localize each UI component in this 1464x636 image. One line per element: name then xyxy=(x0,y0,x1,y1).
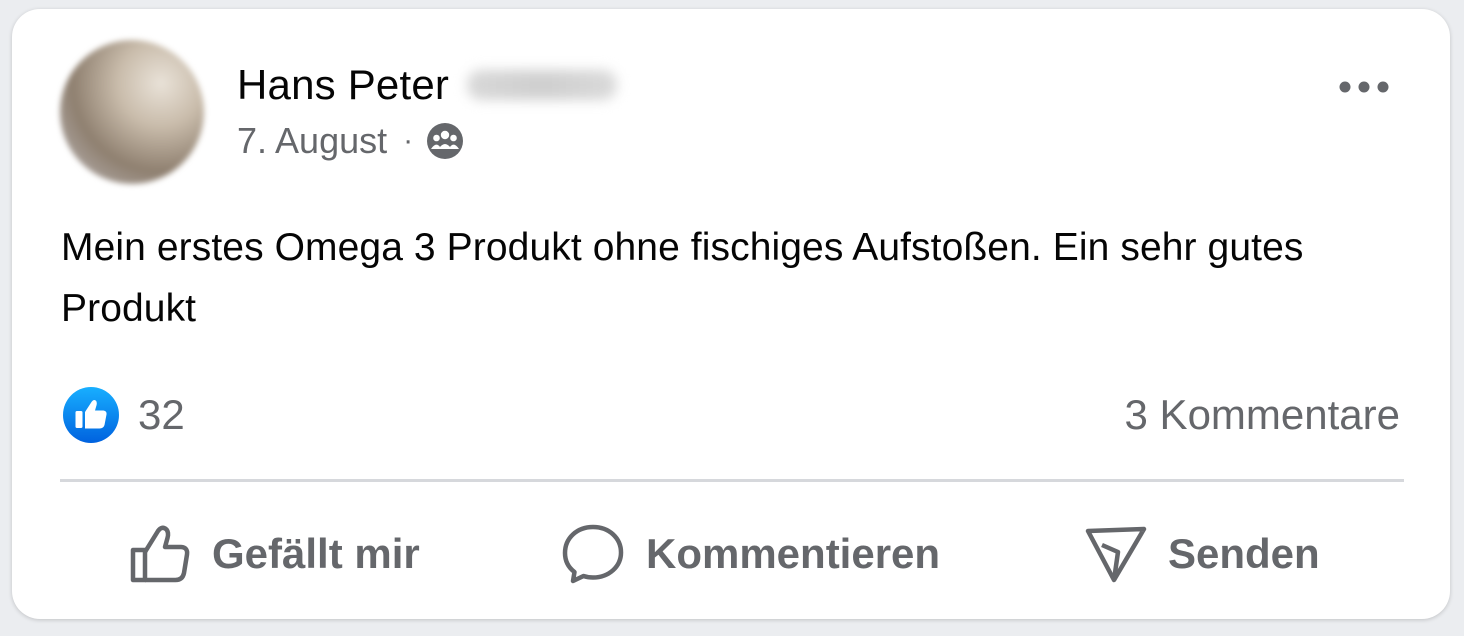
send-button[interactable]: Senden xyxy=(1084,509,1320,599)
comments-count-link[interactable]: 3 Kommentare xyxy=(1125,388,1400,442)
send-button-label: Senden xyxy=(1168,530,1320,577)
comment-icon xyxy=(562,524,624,584)
post-date[interactable]: 7. August xyxy=(237,120,387,162)
post-text: Mein erstes Omega 3 Produkt ohne fischig… xyxy=(61,226,1304,330)
post-action-bar: Gefällt mir Kommentieren Senden xyxy=(60,509,1404,599)
more-icon xyxy=(1339,81,1389,93)
meta-separator: · xyxy=(403,124,414,157)
group-icon[interactable] xyxy=(425,121,465,161)
post-card: Hans Peter 7. August · Mein erstes Omega… xyxy=(12,9,1450,619)
reaction-count: 32 xyxy=(138,391,185,438)
like-button-label: Gefällt mir xyxy=(212,530,420,577)
post-meta: 7. August · xyxy=(237,117,465,165)
reactions-summary[interactable]: 32 xyxy=(62,386,185,444)
redacted-surname xyxy=(467,70,618,100)
like-icon xyxy=(63,387,119,443)
author-row: Hans Peter xyxy=(237,59,618,111)
comment-button[interactable]: Kommentieren xyxy=(560,509,940,599)
send-icon xyxy=(1085,526,1147,583)
comment-button-label: Kommentieren xyxy=(646,530,941,577)
author-name[interactable]: Hans Peter xyxy=(237,61,449,109)
divider xyxy=(60,479,1404,482)
thumbs-up-icon xyxy=(130,525,190,583)
avatar[interactable] xyxy=(60,40,204,184)
more-options-button[interactable] xyxy=(1332,67,1396,107)
like-button[interactable]: Gefällt mir xyxy=(128,509,420,599)
